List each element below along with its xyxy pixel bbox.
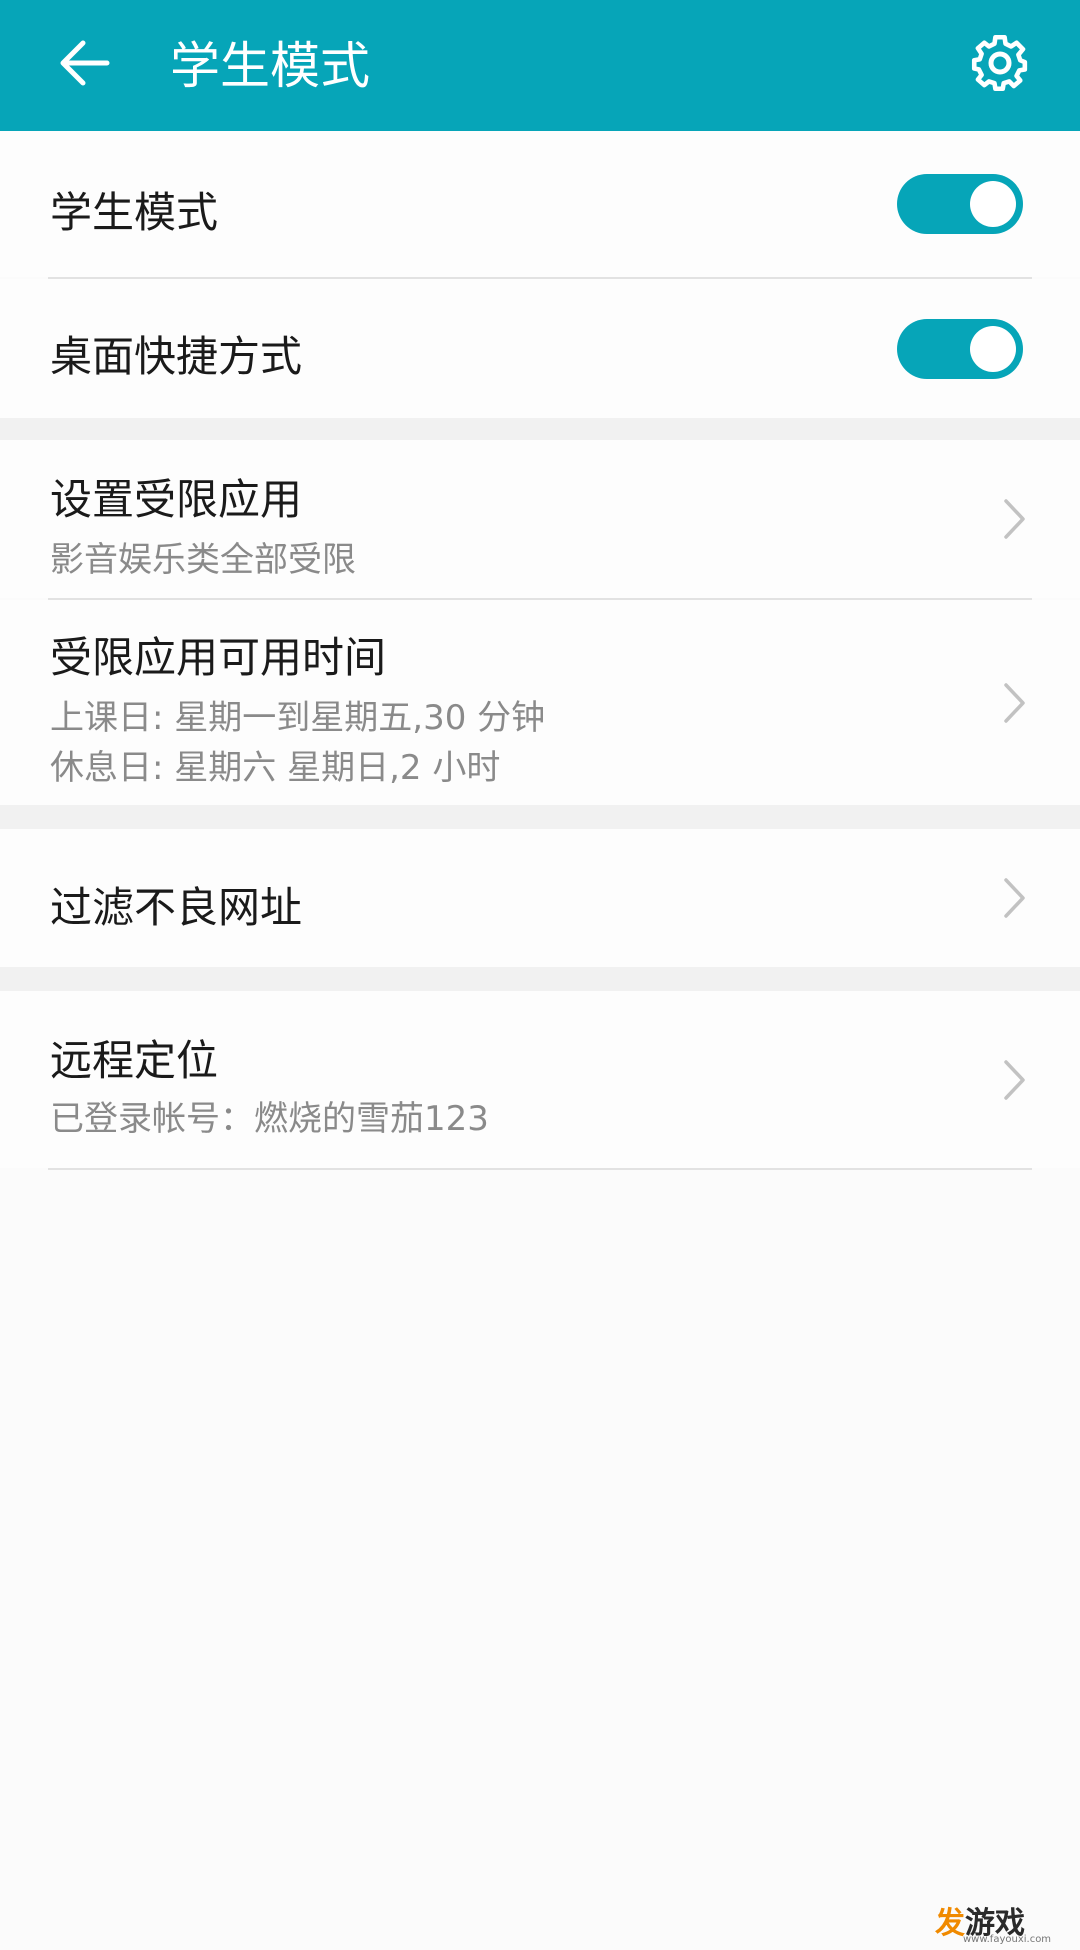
screen: 学生模式 学生模式 桌面快捷方式 设置受限应用 影音娱乐类全部受限 受限应用可用… [0, 0, 1080, 1950]
chevron-right-icon [995, 1055, 1035, 1105]
toggle-knob [970, 326, 1016, 372]
student-mode-toggle[interactable] [897, 174, 1023, 234]
restricted-apps-row[interactable]: 设置受限应用 影音娱乐类全部受限 [0, 440, 1080, 598]
section-gap [0, 967, 1080, 991]
remote-location-subtitle: 已登录帐号：燃烧的雪茄123 [50, 1099, 489, 1139]
section-gap [0, 805, 1080, 829]
divider [48, 1168, 1032, 1170]
usage-time-rest-days: 休息日: 星期六 星期日,2 小时 [50, 748, 501, 788]
usage-time-title: 受限应用可用时间 [50, 633, 387, 682]
filter-urls-title: 过滤不良网址 [50, 883, 303, 932]
desktop-shortcut-row[interactable]: 桌面快捷方式 [0, 279, 1080, 418]
student-mode-row[interactable]: 学生模式 [0, 131, 1080, 277]
desktop-shortcut-toggle[interactable] [897, 319, 1023, 379]
filter-urls-row[interactable]: 过滤不良网址 [0, 829, 1080, 967]
arrow-left-icon [55, 33, 115, 97]
chevron-right-icon [995, 873, 1035, 923]
usage-time-row[interactable]: 受限应用可用时间 上课日: 星期一到星期五,30 分钟 休息日: 星期六 星期日… [0, 600, 1080, 805]
toggle-knob [970, 181, 1016, 227]
back-button[interactable] [40, 20, 130, 110]
watermark-url: www.fayouxi.com [963, 1934, 1052, 1945]
restricted-apps-title: 设置受限应用 [50, 475, 303, 524]
student-mode-label: 学生模式 [50, 188, 219, 237]
chevron-right-icon [995, 494, 1035, 544]
usage-time-school-days: 上课日: 星期一到星期五,30 分钟 [50, 698, 546, 738]
desktop-shortcut-label: 桌面快捷方式 [50, 332, 303, 381]
page-title: 学生模式 [170, 37, 370, 95]
remote-location-title: 远程定位 [50, 1036, 219, 1085]
remote-location-row[interactable]: 远程定位 已登录帐号：燃烧的雪茄123 [0, 991, 1080, 1168]
chevron-right-icon [995, 678, 1035, 728]
settings-button[interactable] [955, 20, 1045, 110]
site-watermark-logo: 发游戏 www.fayouxi.com [935, 1898, 1075, 1946]
restricted-apps-subtitle: 影音娱乐类全部受限 [50, 540, 356, 580]
section-gap [0, 418, 1080, 440]
app-bar: 学生模式 [0, 0, 1080, 131]
watermark-first-char: 发 [935, 1906, 965, 1941]
gear-icon [969, 32, 1031, 98]
